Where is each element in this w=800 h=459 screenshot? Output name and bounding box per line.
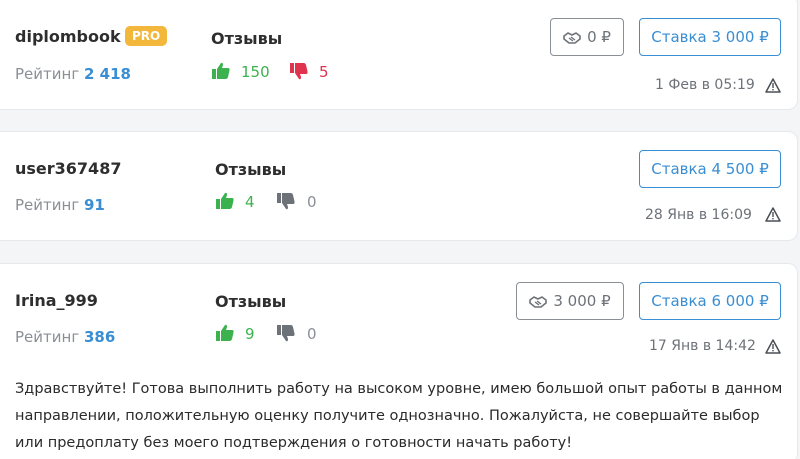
handshake-icon [563, 32, 581, 44]
rating: Рейтинг 2 418 [15, 65, 131, 83]
bid-date: 1 Фев в 05:19 [655, 77, 755, 93]
rating-label: Рейтинг [15, 328, 80, 346]
rating-value: 386 [83, 328, 116, 346]
reviews-title: Отзывы [215, 292, 287, 311]
bid-button[interactable]: Ставка 6 000 ₽ [639, 282, 781, 320]
warning-icon[interactable] [765, 339, 781, 354]
rating: Рейтинг 386 [15, 328, 115, 346]
bid-button[interactable]: Ставка 3 000 ₽ [639, 18, 781, 56]
thumbs-up-icon[interactable] [211, 61, 231, 81]
thumbs-down-icon[interactable] [276, 323, 296, 343]
rating: Рейтинг 91 [15, 196, 105, 214]
thumbs-up-icon[interactable] [215, 323, 235, 343]
rating-label: Рейтинг [15, 196, 80, 214]
thumbs-up-icon[interactable] [215, 191, 235, 211]
bid-message: Здравствуйте! Готова выполнить работу на… [15, 381, 783, 451]
positive-count: 9 [245, 325, 255, 343]
bid-date: 28 Янв в 16:09 [645, 207, 752, 223]
deal-button[interactable]: 0 ₽ [550, 18, 624, 56]
username-link[interactable]: Irina_999 [15, 291, 98, 310]
username-link[interactable]: user367487 [15, 159, 121, 178]
rating-value: 2 418 [83, 65, 131, 83]
positive-count: 4 [245, 193, 255, 211]
deal-button[interactable]: 3 000 ₽ [516, 282, 624, 320]
username-link[interactable]: diplombook [15, 27, 121, 46]
pro-badge: PRO [125, 26, 168, 46]
handshake-icon [529, 296, 548, 308]
thumbs-down-icon[interactable] [276, 191, 296, 211]
deal-amount: 0 ₽ [587, 28, 611, 46]
bid-card-irina: Irina_999 Рейтинг 386 Отзывы 9 0 3 000 ₽… [0, 263, 798, 459]
bid-card-diplombook: diplombook PRO Рейтинг 2 418 Отзывы 150 … [0, 0, 798, 110]
deal-amount: 3 000 ₽ [553, 292, 611, 310]
negative-count: 5 [319, 63, 329, 81]
rating-label: Рейтинг [15, 65, 80, 83]
bid-date: 17 Янв в 14:42 [649, 338, 756, 354]
reviews-title: Отзывы [211, 29, 283, 48]
negative-count: 0 [307, 325, 317, 343]
negative-count: 0 [307, 193, 317, 211]
warning-icon[interactable] [765, 78, 781, 93]
bid-card-user367487: user367487 Рейтинг 91 Отзывы 4 0 Ставка … [0, 131, 798, 241]
thumbs-down-icon[interactable] [289, 61, 309, 81]
reviews-title: Отзывы [215, 160, 287, 179]
positive-count: 150 [241, 63, 270, 81]
bid-button[interactable]: Ставка 4 500 ₽ [639, 150, 781, 188]
warning-icon[interactable] [765, 207, 781, 222]
rating-value: 91 [83, 196, 105, 214]
